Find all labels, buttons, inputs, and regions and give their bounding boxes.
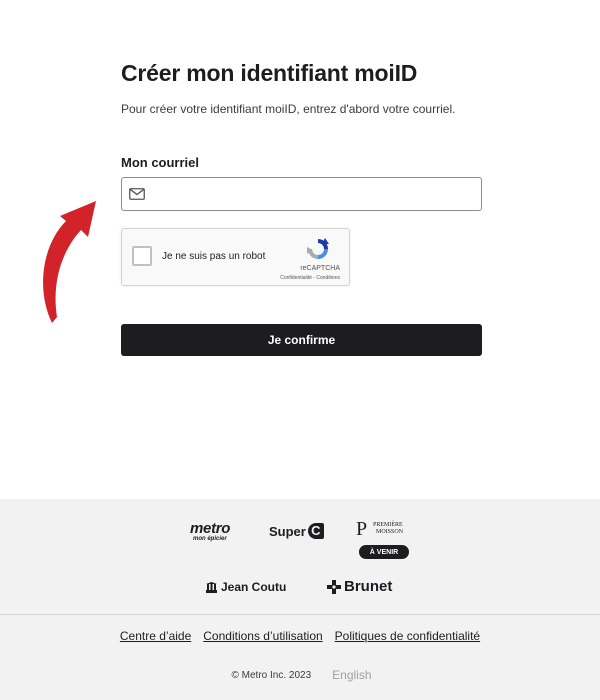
brand-logos-row: metro mon épicier Super C P PREMIÈRE MOI… (0, 518, 600, 563)
brunet-cross-icon (327, 579, 341, 594)
email-field-container[interactable] (121, 177, 482, 211)
superc-text: Super (269, 523, 306, 539)
jeancoutu-text: Jean Coutu (221, 580, 287, 594)
copyright-text: © Metro Inc. 2023 (231, 669, 312, 681)
envelope-icon (129, 188, 145, 200)
help-center-link[interactable]: Centre d’aide (120, 629, 191, 643)
brunet-text: Brunet (344, 578, 393, 595)
footer-divider (0, 614, 600, 615)
terms-link[interactable]: Conditions d’utilisation (203, 629, 322, 643)
pm-line2: MOISSON (376, 529, 404, 535)
footer-links: Centre d’aide Conditions d’utilisation P… (0, 629, 600, 643)
recaptcha-logo-icon (305, 236, 331, 262)
recaptcha-label: Je ne suis pas un robot (162, 251, 266, 262)
page-subtitle: Pour créer votre identifiant moiID, entr… (121, 102, 456, 116)
coming-soon-badge: À VENIR (359, 545, 409, 559)
recaptcha-widget: Je ne suis pas un robot reCAPTCHA Confid… (121, 228, 350, 286)
email-label: Mon courriel (121, 155, 200, 170)
jeancoutu-logo[interactable]: Jean Coutu (206, 580, 286, 594)
recaptcha-links[interactable]: Confidentialité - Conditions (280, 275, 340, 281)
pm-letter: P (356, 518, 368, 540)
confirm-button[interactable]: Je confirme (121, 324, 482, 356)
recaptcha-brand: reCAPTCHA (300, 265, 340, 272)
privacy-link[interactable]: Politiques de confidentialité (335, 629, 480, 643)
brunet-logo[interactable]: Brunet (327, 578, 392, 595)
footer-bottom: © Metro Inc. 2023 English (0, 668, 600, 682)
page-title: Créer mon identifiant moiID (121, 60, 418, 86)
red-arrow-icon (43, 201, 96, 323)
language-toggle[interactable]: English (332, 668, 371, 682)
pm-line1: PREMIÈRE (373, 522, 403, 528)
email-input[interactable] (151, 179, 481, 209)
metro-tagline: mon épicier (193, 536, 227, 542)
metro-name: metro (190, 520, 231, 537)
brand-logos-row-2: Jean Coutu Brunet (0, 578, 600, 598)
premiere-moisson-logo[interactable]: P PREMIÈRE MOISSON (356, 518, 416, 540)
metro-logo[interactable]: metro mon épicier (190, 521, 242, 543)
superc-logo[interactable]: Super C (269, 523, 324, 539)
superc-letter: C (307, 523, 324, 539)
jeancoutu-icon (206, 581, 217, 593)
recaptcha-checkbox[interactable] (132, 246, 152, 266)
